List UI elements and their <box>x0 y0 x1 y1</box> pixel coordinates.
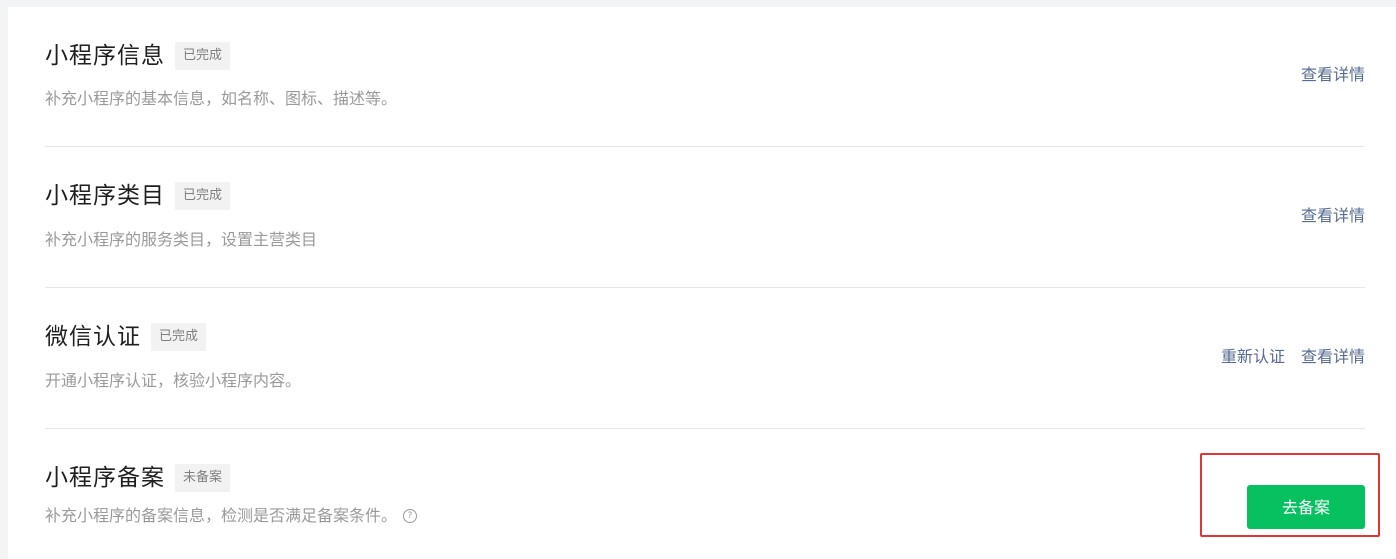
view-details-link[interactable]: 查看详情 <box>1301 346 1365 368</box>
section-title: 小程序备案 <box>45 465 165 491</box>
section-description: 补充小程序的服务类目，设置主营类目 <box>45 230 318 249</box>
section-title: 小程序类目 <box>45 183 165 209</box>
re-verify-link[interactable]: 重新认证 <box>1221 346 1285 368</box>
section-description: 开通小程序认证，核验小程序内容。 <box>45 371 302 390</box>
section-description: 补充小程序的备案信息，检测是否满足备案条件。 <box>45 506 398 525</box>
section-mini-program-category: 小程序类目 已完成 补充小程序的服务类目，设置主营类目 查看详情 <box>45 147 1365 287</box>
status-badge: 已完成 <box>175 42 231 70</box>
status-badge: 已完成 <box>175 182 231 210</box>
section-wechat-verification: 微信认证 已完成 开通小程序认证，核验小程序内容。 重新认证 查看详情 <box>45 288 1365 428</box>
section-mini-program-filing: 小程序备案 未备案 补充小程序的备案信息，检测是否满足备案条件。 ? 去备案 <box>45 429 1365 559</box>
settings-card: 小程序信息 已完成 补充小程序的基本信息，如名称、图标、描述等。 查看详情 小程… <box>8 7 1396 559</box>
section-mini-program-info: 小程序信息 已完成 补充小程序的基本信息，如名称、图标、描述等。 查看详情 <box>45 7 1365 146</box>
status-badge: 已完成 <box>151 323 207 351</box>
status-badge: 未备案 <box>175 464 231 492</box>
view-details-link[interactable]: 查看详情 <box>1301 205 1365 227</box>
view-details-link[interactable]: 查看详情 <box>1301 64 1365 86</box>
section-title: 小程序信息 <box>45 43 165 69</box>
highlight-box <box>1200 453 1380 537</box>
section-title: 微信认证 <box>45 324 141 350</box>
question-circle-icon[interactable]: ? <box>403 509 418 523</box>
section-description: 补充小程序的基本信息，如名称、图标、描述等。 <box>45 89 398 108</box>
